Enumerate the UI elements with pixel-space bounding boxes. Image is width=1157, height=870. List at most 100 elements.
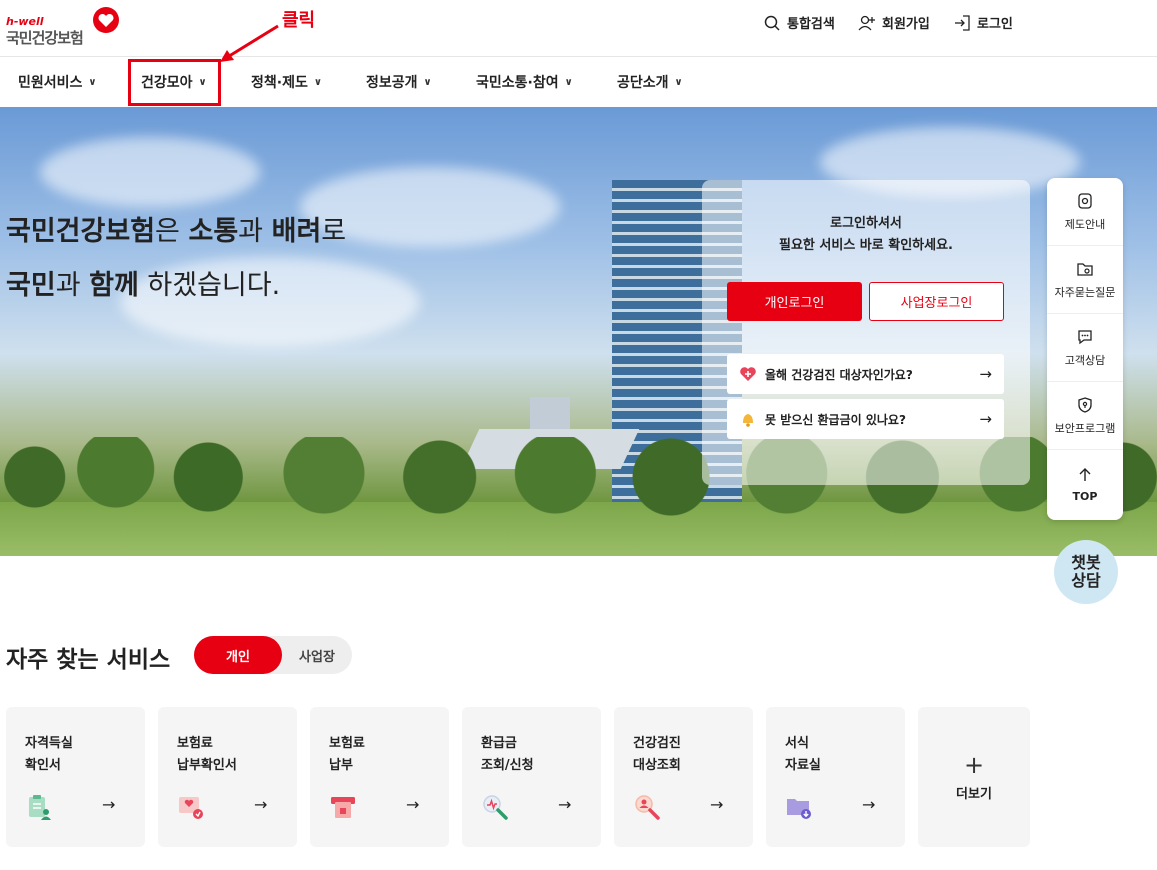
nav-highlight-box — [128, 59, 221, 106]
site-logo[interactable]: h-well 국민건강보험 — [6, 6, 126, 48]
quick-item-faq[interactable]: 자주묻는질문 — [1047, 246, 1123, 314]
heart-card-icon — [179, 797, 203, 819]
checkup-target-link[interactable]: 올해 건강검진 대상자인가요? → — [727, 354, 1004, 394]
service-card-checkup[interactable]: 건강검진 대상조회 → — [614, 707, 753, 847]
arrow-right-icon: → — [862, 795, 876, 814]
guide-icon — [1078, 192, 1092, 209]
nav-label: 국민소통·참여 — [476, 75, 559, 91]
service-card-title: 환급금 조회/신청 — [481, 736, 534, 773]
chevron-down-icon: ∨ — [674, 76, 683, 88]
more-label: 더보기 — [956, 786, 992, 802]
payment-icon — [331, 797, 355, 818]
hero-em: 국민건강보험 — [6, 216, 156, 247]
login-link[interactable]: 로그인 — [953, 13, 1013, 32]
more-services-button[interactable]: + 더보기 — [918, 707, 1030, 847]
arrow-right-icon: → — [102, 795, 116, 814]
document-person-icon — [29, 795, 51, 820]
bell-icon — [739, 410, 757, 428]
personal-login-button[interactable]: 개인로그인 — [727, 282, 862, 321]
quick-item-label: 고객상담 — [1064, 353, 1106, 367]
service-card-forms[interactable]: 서식 자료실 → — [766, 707, 905, 847]
service-card-title: 서식 자료실 — [785, 736, 821, 773]
tab-personal[interactable]: 개인 — [194, 636, 282, 674]
service-card-title: 보험료 납부확인서 — [177, 736, 237, 773]
login-panel: 로그인하셔서 필요한 서비스 바로 확인하세요. 개인로그인 사업장로그인 올해… — [702, 180, 1030, 485]
tab-business[interactable]: 사업장 — [282, 636, 352, 674]
checkup-target-label: 올해 건강검진 대상자인가요? — [765, 367, 913, 382]
arrow-right-icon: → — [979, 410, 992, 428]
nav-item-civil-service[interactable]: 민원서비스 ∨ — [18, 72, 97, 92]
service-card-premium-confirm[interactable]: 보험료 납부확인서 → — [158, 707, 297, 847]
nav-item-policy[interactable]: 정책·제도 ∨ — [251, 72, 322, 92]
chatbot-label: 챗봇 — [1071, 553, 1101, 572]
heart-check-icon — [739, 365, 757, 383]
login-label: 로그인 — [977, 17, 1013, 32]
quick-item-label: 제도안내 — [1064, 217, 1106, 231]
login-message-line: 로그인하셔서 — [830, 216, 902, 231]
quick-item-guide[interactable]: 제도안내 — [1047, 178, 1123, 246]
search-link[interactable]: 통합검색 — [763, 13, 835, 32]
chatbot-label: 상담 — [1071, 571, 1101, 590]
login-icon — [955, 14, 970, 31]
nav-item-info-disclosure[interactable]: 정보공개 ∨ — [366, 72, 432, 92]
hero-line-1: 국민건강보험은 소통과 배려로 — [6, 205, 346, 259]
arrow-up-icon — [1079, 467, 1091, 481]
hero-em: 배려 — [271, 216, 322, 247]
hero-em: 국민 — [6, 270, 56, 301]
chat-icon — [1078, 329, 1092, 344]
nav-label: 정책·제도 — [251, 75, 308, 91]
service-card-title: 자격득실 확인서 — [25, 736, 73, 773]
quick-item-consult[interactable]: 고객상담 — [1047, 314, 1123, 382]
business-login-button[interactable]: 사업장로그인 — [869, 282, 1004, 321]
site-header: h-well 국민건강보험 통합검색 회원가입 로그인 클릭 — [0, 0, 1157, 62]
refund-link[interactable]: 못 받으신 환급금이 있나요? → — [727, 399, 1004, 439]
login-message: 로그인하셔서 필요한 서비스 바로 확인하세요. — [702, 213, 1030, 257]
chevron-down-icon: ∨ — [423, 76, 432, 88]
chatbot-button[interactable]: 챗봇 상담 — [1054, 540, 1118, 604]
arrow-right-icon: → — [710, 795, 724, 814]
service-card-premium-payment[interactable]: 보험료 납부 → — [310, 707, 449, 847]
heart-logo-icon — [93, 7, 119, 33]
plus-icon: + — [963, 750, 985, 779]
hero-em: 함께 — [89, 270, 139, 301]
logo-text: 국민건강보험 — [6, 29, 84, 47]
search-icon — [764, 15, 780, 31]
nav-item-communication[interactable]: 국민소통·참여 ∨ — [476, 72, 573, 92]
quick-menu: 제도안내 자주묻는질문 고객상담 보안프로그램 TOP — [1047, 178, 1123, 520]
arrow-right-icon: → — [979, 365, 992, 383]
hero-text: 과 — [238, 216, 272, 247]
faq-folder-icon — [1077, 262, 1093, 276]
signup-link[interactable]: 회원가입 — [858, 13, 930, 32]
nav-label: 정보공개 — [366, 75, 418, 91]
shield-icon — [1078, 396, 1092, 413]
folder-download-icon — [787, 799, 811, 819]
hero-text: 하겠습니다. — [138, 270, 281, 301]
nav-label: 민원서비스 — [18, 75, 83, 91]
person-search-icon — [635, 795, 660, 820]
arrow-right-icon: → — [406, 795, 420, 814]
services-title: 자주 찾는 서비스 — [6, 647, 171, 673]
refund-label: 못 받으신 환급금이 있나요? — [765, 412, 906, 427]
hero-text: 로 — [321, 216, 347, 247]
login-message-line: 필요한 서비스 바로 확인하세요. — [779, 238, 953, 253]
service-card-qualification[interactable]: 자격득실 확인서 → — [6, 707, 145, 847]
chevron-down-icon: ∨ — [88, 76, 97, 88]
nav-item-about[interactable]: 공단소개 ∨ — [617, 72, 683, 92]
chevron-down-icon: ∨ — [564, 76, 573, 88]
quick-item-top[interactable]: TOP — [1047, 450, 1123, 518]
arrow-right-icon: → — [558, 795, 572, 814]
service-card-refund[interactable]: 환급금 조회/신청 → — [462, 707, 601, 847]
service-card-title: 보험료 납부 — [329, 736, 365, 773]
service-type-toggle: 개인 사업장 — [194, 636, 352, 674]
hero-text: 과 — [55, 270, 90, 301]
chevron-down-icon: ∨ — [313, 76, 322, 88]
hero-headline: 국민건강보험은 소통과 배려로 국민과 함께 하겠습니다. — [6, 205, 346, 313]
quick-item-label: TOP — [1072, 489, 1098, 503]
quick-item-label: 보안프로그램 — [1054, 421, 1116, 435]
cloud — [40, 137, 260, 207]
hero-text: 은 — [155, 216, 189, 247]
magnifier-icon — [483, 795, 508, 820]
arrow-right-icon: → — [254, 795, 268, 814]
signup-label: 회원가입 — [882, 17, 930, 32]
quick-item-security[interactable]: 보안프로그램 — [1047, 382, 1123, 450]
